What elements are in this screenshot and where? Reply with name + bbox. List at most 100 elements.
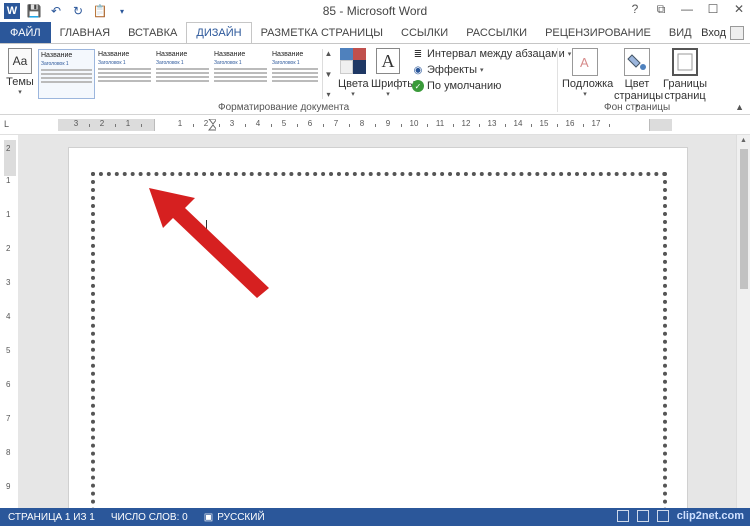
ruler-text-area <box>154 119 650 131</box>
ruler-tick-label: 12 <box>461 119 471 128</box>
page-borders-label-2: страниц <box>664 90 706 102</box>
tab-references[interactable]: ССЫЛКИ <box>392 22 457 44</box>
collapse-ribbon-icon[interactable]: ▲ <box>735 102 744 112</box>
ruler-tick-label: 4 <box>6 312 11 321</box>
ribbon: Aa Темы ▾ Название Заголовок 1 Название … <box>0 43 750 115</box>
chevron-down-icon: ▾ <box>583 91 587 98</box>
page-count[interactable]: СТРАНИЦА 1 ИЗ 1 <box>0 512 103 523</box>
fonts-label: Шрифты <box>371 78 416 90</box>
tab-insert[interactable]: ВСТАВКА <box>119 22 186 44</box>
minimize-button[interactable]: — <box>680 2 694 16</box>
ruler-tick-label: 6 <box>307 119 313 128</box>
tab-review[interactable]: РЕЦЕНЗИРОВАНИЕ <box>536 22 660 44</box>
colors-label: Цвета <box>338 78 369 90</box>
vertical-scrollbar[interactable]: ▲ <box>736 135 750 509</box>
print-layout-icon[interactable] <box>636 510 649 522</box>
horizontal-ruler-area: L 3 2 1 1 2 3 4 5 6 7 8 9 10 11 12 13 14 15 16 17 <box>0 115 750 135</box>
ruler-tick <box>89 124 90 127</box>
site-watermark: clip2net.com <box>676 510 744 522</box>
chevron-down-icon: ▾ <box>386 91 390 98</box>
more-icon[interactable]: ▾ <box>326 90 330 99</box>
ruler-tick <box>557 124 558 127</box>
ruler-tick-label: 1 <box>6 176 11 185</box>
chevron-up-icon[interactable]: ▲ <box>325 49 333 58</box>
page-borders-button[interactable]: Границы страниц <box>662 48 708 102</box>
tab-file[interactable]: ФАЙЛ <box>0 22 51 44</box>
ruler-tick-label: 1 <box>6 210 11 219</box>
ruler-tick-label: 14 <box>513 119 523 128</box>
tab-page-layout[interactable]: РАЗМЕТКА СТРАНИЦЫ <box>252 22 392 44</box>
ruler-tick-label: 1 <box>177 119 183 128</box>
style-heading: Заголовок 1 <box>41 61 69 67</box>
ribbon-display-button[interactable]: ⧉ <box>654 2 668 16</box>
paragraph-spacing-icon: ≣ <box>413 48 423 60</box>
style-set-item[interactable]: Название Заголовок 1 <box>96 49 153 99</box>
read-mode-icon[interactable] <box>616 510 629 522</box>
scrollbar-thumb[interactable] <box>740 149 748 289</box>
ruler-tick <box>609 124 610 127</box>
style-title: Название <box>214 51 246 58</box>
close-button[interactable]: ✕ <box>732 2 746 16</box>
themes-label: Темы <box>6 76 34 88</box>
web-layout-icon[interactable] <box>656 510 669 522</box>
themes-button[interactable]: Aa Темы ▾ <box>6 48 34 96</box>
page-color-icon <box>624 48 650 76</box>
document-page[interactable] <box>68 147 688 509</box>
tab-home[interactable]: ГЛАВНАЯ <box>51 22 119 44</box>
tab-selector-icon[interactable]: L <box>4 119 14 129</box>
svg-text:A: A <box>580 55 589 70</box>
paragraph-spacing-button[interactable]: ≣ Интервал между абзацами ▾ <box>412 48 572 60</box>
red-arrow-annotation <box>149 188 269 298</box>
watermark-button[interactable]: A Подложка ▾ <box>562 48 613 98</box>
ribbon-tabs: ФАЙЛ ГЛАВНАЯ ВСТАВКА ДИЗАЙН РАЗМЕТКА СТР… <box>0 22 750 44</box>
help-button[interactable]: ? <box>628 2 642 16</box>
ruler-tick-label: 3 <box>6 278 11 287</box>
style-set-item[interactable]: Название Заголовок 1 <box>212 49 269 99</box>
paragraph-spacing-label: Интервал между абзацами <box>427 48 565 60</box>
ruler-tick-label: 4 <box>255 119 261 128</box>
ruler-tick <box>427 124 428 127</box>
effects-button[interactable]: ◉ Эффекты ▾ <box>412 64 571 76</box>
colors-button[interactable]: Цвета ▾ <box>338 48 369 98</box>
maximize-button[interactable]: ☐ <box>706 2 720 16</box>
style-heading: Заголовок 1 <box>214 60 242 66</box>
tab-mailings[interactable]: РАССЫЛКИ <box>457 22 536 44</box>
chevron-down-icon: ▾ <box>351 91 355 98</box>
gallery-scroll[interactable]: ▲ ▼ ▾ <box>322 49 334 99</box>
ruler-tick-label: 5 <box>6 346 11 355</box>
document-area[interactable] <box>18 135 736 509</box>
scroll-up-icon[interactable]: ▲ <box>740 137 747 144</box>
style-set-item[interactable]: Название Заголовок 1 <box>154 49 211 99</box>
ruler-margin-right <box>650 119 672 131</box>
page-borders-label-1: Границы <box>663 78 707 90</box>
ruler-tick-label: 6 <box>6 380 11 389</box>
ruler-tick-label: 2 <box>6 244 11 253</box>
ruler-tick-label: 7 <box>333 119 339 128</box>
tab-design[interactable]: ДИЗАЙН <box>186 22 252 44</box>
color-swatch-icon <box>340 48 366 74</box>
indent-marker-icon[interactable] <box>208 119 216 132</box>
ruler-tick <box>453 124 454 127</box>
avatar <box>730 26 744 40</box>
set-default-button[interactable]: ✓ По умолчанию <box>412 80 571 92</box>
ruler-tick-label: 17 <box>591 119 601 128</box>
ruler-tick <box>479 124 480 127</box>
chevron-down-icon[interactable]: ▼ <box>325 70 333 79</box>
style-set-item[interactable]: Название Заголовок 1 <box>270 49 320 99</box>
signin-link[interactable]: Вход <box>701 26 744 40</box>
word-count[interactable]: ЧИСЛО СЛОВ: 0 <box>103 512 196 523</box>
set-default-label: По умолчанию <box>427 80 502 92</box>
fonts-button[interactable]: A Шрифты ▾ <box>371 48 416 98</box>
ruler-tick-label: 9 <box>385 119 391 128</box>
page-color-button[interactable]: Цвет страницы ▾ <box>614 48 663 110</box>
ruler-tick-label: 5 <box>281 119 287 128</box>
language-indicator[interactable]: ▣ РУССКИЙ <box>196 512 273 523</box>
tab-view[interactable]: ВИД <box>660 22 701 44</box>
style-set-item[interactable]: Название Заголовок 1 <box>38 49 95 99</box>
style-title: Название <box>41 52 73 59</box>
ruler-tick-label: 8 <box>359 119 365 128</box>
effects-label: Эффекты <box>427 64 478 76</box>
horizontal-ruler[interactable]: 3 2 1 1 2 3 4 5 6 7 8 9 10 11 12 13 14 15 16 17 <box>58 119 672 131</box>
vertical-ruler[interactable]: 2 1 1 2 3 4 5 6 7 8 9 <box>4 140 16 508</box>
group-separator <box>557 48 558 112</box>
